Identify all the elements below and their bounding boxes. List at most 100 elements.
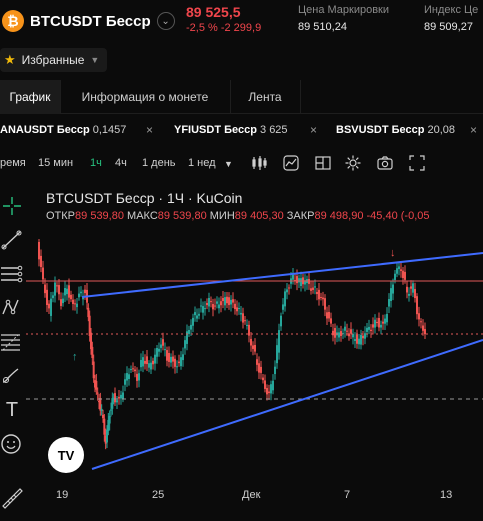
close-icon[interactable]: × — [146, 123, 153, 137]
candle-body — [392, 284, 394, 294]
candle-body — [103, 418, 106, 435]
pattern-icon[interactable] — [0, 296, 24, 320]
candle-body — [138, 373, 140, 381]
indicators-icon[interactable] — [282, 154, 300, 172]
ticker-item[interactable]: ANAUSDT Бесср 0,1457 — [0, 124, 126, 136]
brush-icon[interactable] — [0, 364, 24, 388]
caret-down-icon[interactable]: ▼ — [224, 159, 233, 169]
close-icon[interactable]: × — [310, 123, 317, 137]
tab-coin-info[interactable]: Информация о монете — [60, 80, 230, 114]
favorites-button[interactable]: ★ Избранные ▼ — [0, 48, 108, 72]
tab-bar: График Информация о монете Лента — [0, 80, 483, 114]
ticker-symbol: BSVUSDT Бесср — [336, 124, 425, 136]
candle-body — [296, 276, 298, 284]
candle-body — [214, 305, 216, 307]
ohlc-value: 89 539,80 — [157, 210, 207, 222]
candle-body — [120, 394, 122, 399]
camera-icon[interactable] — [376, 154, 394, 172]
candle-body — [136, 373, 138, 381]
gear-icon[interactable] — [344, 154, 362, 172]
candle-body — [90, 332, 92, 350]
candle-body — [132, 368, 134, 370]
candle-body — [312, 287, 314, 290]
candle-body — [398, 266, 400, 270]
ticker-item[interactable]: BSVUSDT Бесср 20,08 — [336, 124, 455, 136]
candle-body — [70, 294, 72, 300]
candle-body — [48, 303, 50, 309]
trendline-icon[interactable] — [0, 228, 24, 252]
mark-price-label: Цена Маркировки — [298, 4, 390, 16]
close-icon[interactable]: × — [470, 123, 477, 137]
upper-trendline — [81, 252, 483, 298]
candle-body — [278, 330, 280, 353]
candle-body — [170, 356, 172, 363]
candle-body — [372, 324, 374, 328]
candle-body — [154, 354, 156, 364]
candle-body — [60, 299, 62, 306]
candle-body — [282, 304, 284, 310]
candle-body — [58, 285, 60, 295]
candle-body — [274, 366, 276, 375]
interval-4h[interactable]: 4ч — [115, 157, 127, 169]
ticker-strip: ANAUSDT Бесср 0,1457 × YFIUSDT Бесср 3 6… — [0, 120, 483, 142]
candle-body — [126, 373, 128, 381]
candle-body — [376, 321, 378, 324]
ticker-price: 3 625 — [260, 124, 288, 136]
candle-body — [268, 391, 270, 394]
x-axis-label: 25 — [152, 489, 165, 501]
candle-body — [298, 278, 300, 283]
candle-body — [206, 302, 208, 306]
candle-body — [152, 360, 154, 365]
interval-1d[interactable]: 1 день — [142, 157, 176, 169]
ticker-item[interactable]: YFIUSDT Бесср 3 625 — [174, 124, 288, 136]
fib-icon[interactable] — [0, 330, 24, 354]
candle-body — [366, 327, 368, 332]
price-chart[interactable]: ↑ ↓ BTCUSDT Бесср · 1Ч · KuCoin ОТКР89 5… — [26, 182, 483, 521]
candle-body — [96, 392, 99, 394]
candle-body — [84, 289, 86, 294]
candle-body — [162, 339, 164, 346]
emoji-icon[interactable] — [0, 432, 24, 456]
x-axis-label: 13 — [440, 489, 453, 501]
layout-icon[interactable] — [314, 154, 332, 172]
candle-body — [322, 297, 324, 300]
candle-body — [208, 298, 210, 307]
candle-body — [254, 344, 256, 352]
candles-icon[interactable] — [250, 154, 268, 172]
x-axis-label: 19 — [56, 489, 69, 501]
interval-1w[interactable]: 1 нед — [188, 157, 216, 169]
crosshair-icon[interactable] — [0, 194, 24, 218]
text-tool-icon[interactable]: T — [0, 398, 24, 422]
candle-body — [390, 288, 392, 301]
candle-body — [128, 374, 130, 379]
candle-body — [54, 282, 56, 296]
candle-body — [190, 324, 192, 330]
candle-body — [196, 315, 198, 319]
pair-selector[interactable]: ₿ BTCUSDT Бесср ⌄ — [0, 6, 175, 36]
candle-body — [166, 350, 168, 361]
candle-body — [246, 324, 248, 326]
tab-chart[interactable]: График — [0, 80, 60, 114]
interval-1h[interactable]: 1ч — [90, 157, 102, 169]
candle-body — [316, 292, 318, 295]
tab-feed[interactable]: Лента — [230, 80, 300, 114]
horizontal-lines-icon[interactable] — [0, 262, 24, 286]
candle-body — [180, 357, 182, 367]
price-box: 89 525,5 -2,5 % -2 299,9 — [186, 4, 261, 34]
pair-name[interactable]: BTCUSDT Бесср — [30, 13, 151, 30]
candle-body — [326, 312, 328, 319]
candle-body — [364, 333, 366, 339]
candle-body — [354, 339, 356, 341]
drawing-tools: T — [0, 186, 26, 521]
interval-15m[interactable]: 15 мин — [38, 157, 73, 169]
candle-body — [250, 338, 252, 346]
candle-body — [276, 345, 278, 364]
ruler-icon[interactable] — [0, 486, 24, 510]
candle-body — [224, 297, 226, 306]
candle-body — [78, 293, 80, 298]
fullscreen-icon[interactable] — [408, 154, 426, 172]
app-window: ₿ BTCUSDT Бесср ⌄ 89 525,5 -2,5 % -2 299… — [0, 0, 483, 521]
up-arrow-marker: ↑ — [72, 351, 78, 363]
chart-canvas[interactable]: ↑ ↓ — [26, 182, 483, 521]
chevron-down-icon[interactable]: ⌄ — [156, 12, 175, 30]
